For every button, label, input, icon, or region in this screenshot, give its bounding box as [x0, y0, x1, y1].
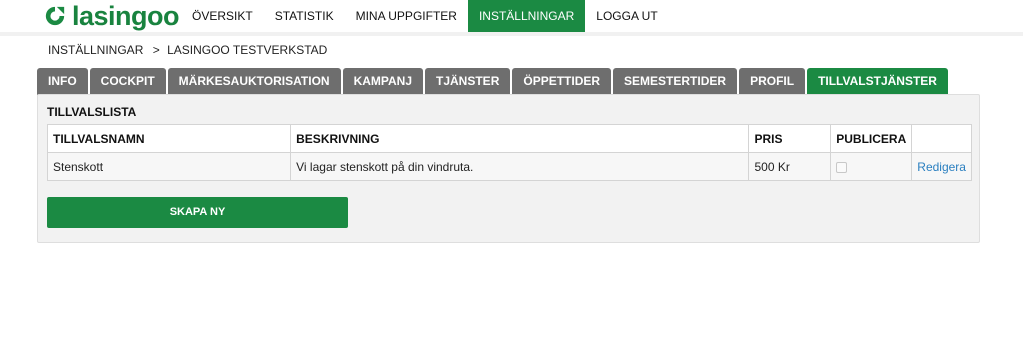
breadcrumb-separator: > — [152, 43, 160, 57]
breadcrumb-current: LASINGOO TESTVERKSTAD — [167, 43, 328, 57]
column-header-name: TILLVALSNAMN — [46, 124, 292, 153]
lasingoo-logo-icon — [45, 6, 65, 26]
nav-item-statistik[interactable]: STATISTIK — [264, 0, 345, 32]
publish-checkbox[interactable] — [836, 161, 848, 173]
column-header-publish: PUBLICERA — [830, 124, 913, 153]
nav-item-logga-ut[interactable]: LOGGA UT — [585, 0, 668, 32]
logo-text: lasingoo — [72, 1, 180, 31]
tillvals-panel: TILLVALSLISTA TILLVALSNAMN BESKRIVNING P… — [37, 94, 980, 243]
tab-info[interactable]: INFO — [37, 68, 88, 95]
tab-semestertider[interactable]: SEMESTERTIDER — [613, 68, 738, 95]
cell-description: Vi lagar stenskott på din vindruta. — [290, 152, 750, 181]
tab-kampanj[interactable]: KAMPANJ — [342, 68, 424, 95]
cell-publish — [830, 152, 913, 181]
tab-oppettider[interactable]: ÖPPETTIDER — [512, 68, 612, 95]
nav-item-installningar[interactable]: INSTÄLLNINGAR — [467, 0, 586, 32]
nav-item-oversikt[interactable]: ÖVERSIKT — [181, 0, 264, 32]
panel-title: TILLVALSLISTA — [47, 105, 137, 119]
tab-tillvalstjanster[interactable]: TILLVALSTJÄNSTER — [807, 68, 948, 95]
tab-tjanster[interactable]: TJÄNSTER — [425, 68, 511, 95]
settings-tabs: INFO COCKPIT MÄRKESAUKTORISATION KAMPANJ… — [37, 68, 950, 95]
tab-markesauktorisation[interactable]: MÄRKESAUKTORISATION — [167, 68, 341, 95]
tab-profil[interactable]: PROFIL — [739, 68, 806, 95]
cell-name: Stenskott — [46, 152, 292, 181]
column-header-price: PRIS — [748, 124, 832, 153]
main-nav: ÖVERSIKT STATISTIK MINA UPPGIFTER INSTÄL… — [181, 0, 669, 32]
tillvals-table: TILLVALSNAMN BESKRIVNING PRIS PUBLICERA … — [46, 124, 972, 181]
top-navigation-bar: lasingoo ÖVERSIKT STATISTIK MINA UPPGIFT… — [0, 0, 1023, 36]
tab-cockpit[interactable]: COCKPIT — [89, 68, 166, 95]
nav-item-mina-uppgifter[interactable]: MINA UPPGIFTER — [345, 0, 468, 32]
column-header-actions — [911, 124, 972, 153]
cell-actions: Redigera — [911, 152, 972, 181]
breadcrumb: INSTÄLLNINGAR > LASINGOO TESTVERKSTAD — [48, 43, 327, 57]
logo[interactable]: lasingoo — [44, 1, 180, 31]
edit-link[interactable]: Redigera — [917, 160, 966, 174]
column-header-description: BESKRIVNING — [290, 124, 750, 153]
breadcrumb-parent[interactable]: INSTÄLLNINGAR — [48, 43, 143, 57]
create-new-button[interactable]: SKAPA NY — [47, 197, 348, 228]
table-row: Stenskott Vi lagar stenskott på din vind… — [46, 152, 972, 181]
cell-price: 500 Kr — [748, 152, 832, 181]
table-header-row: TILLVALSNAMN BESKRIVNING PRIS PUBLICERA — [46, 124, 972, 153]
